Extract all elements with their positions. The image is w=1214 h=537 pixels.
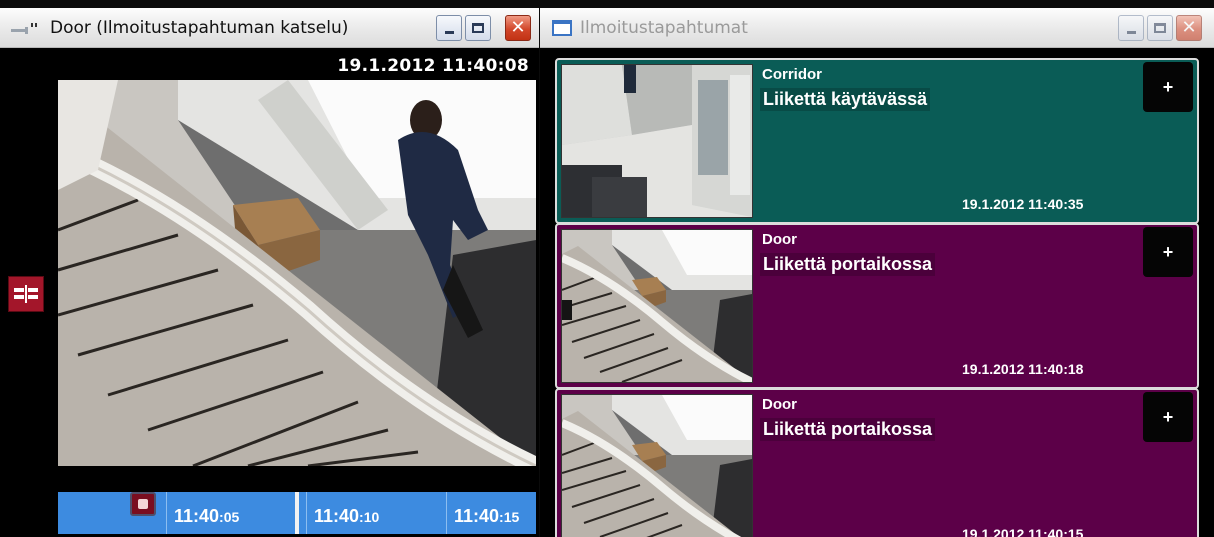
- timeline-tick: [166, 492, 167, 534]
- door-window-titlebar[interactable]: Door (Ilmoitustapahtuman katselu) ✕: [0, 8, 539, 48]
- event-camera-name: Door: [762, 231, 797, 248]
- event-thumbnail[interactable]: [561, 394, 753, 537]
- split-view-icon: [14, 285, 38, 303]
- window-icon: [552, 19, 572, 36]
- event-title: Liikettä portaikossa: [760, 253, 936, 276]
- video-timestamp: 19.1.2012 11:40:08: [337, 56, 529, 76]
- expand-event-button[interactable]: +: [1143, 62, 1193, 112]
- event-title: Liikettä portaikossa: [760, 418, 936, 441]
- maximize-icon: [472, 23, 484, 33]
- minimize-button[interactable]: [436, 15, 462, 41]
- events-window-title: Ilmoitustapahtumat: [580, 17, 748, 38]
- events-window-titlebar[interactable]: Ilmoitustapahtumat ✕: [540, 8, 1214, 48]
- camera-video-frame[interactable]: [58, 80, 536, 466]
- event-camera-name: Door: [762, 396, 797, 413]
- event-title: Liikettä käytävässä: [760, 88, 931, 111]
- close-button[interactable]: ✕: [505, 15, 531, 41]
- event-timestamp: 19.1.2012 11:40:18: [962, 361, 1084, 377]
- minimize-icon: [1126, 31, 1136, 34]
- event-thumbnail[interactable]: [561, 229, 753, 383]
- playhead-marker[interactable]: [295, 492, 299, 534]
- timeline-tick: [446, 492, 447, 534]
- timeline-label: 11:40:05: [174, 506, 240, 526]
- close-icon: ✕: [510, 17, 526, 38]
- event-camera-name: Corridor: [762, 66, 822, 83]
- timeline-label: 11:40:15: [454, 506, 520, 526]
- event-timestamp: 19.1.2012 11:40:15: [962, 526, 1084, 537]
- expand-event-button[interactable]: +: [1143, 227, 1193, 277]
- event-card[interactable]: Door Liikettä portaikossa 19.1.2012 11:4…: [555, 388, 1199, 537]
- playback-timeline[interactable]: 11:40:05 11:40:10 11:40:15: [58, 492, 536, 534]
- camera-icon: [10, 21, 44, 35]
- close-icon: ✕: [1181, 17, 1197, 38]
- stop-button[interactable]: [130, 492, 156, 516]
- stop-icon: [138, 499, 148, 509]
- minimize-button[interactable]: [1118, 15, 1144, 41]
- event-timestamp: 19.1.2012 11:40:35: [962, 196, 1084, 212]
- maximize-button[interactable]: [1147, 15, 1173, 41]
- close-button[interactable]: ✕: [1176, 15, 1202, 41]
- minimize-icon: [444, 31, 454, 34]
- maximize-button[interactable]: [465, 15, 491, 41]
- event-card[interactable]: Door Liikettä portaikossa 19.1.2012 11:4…: [555, 223, 1199, 389]
- video-viewer: 19.1.2012 11:40:08 11:40:05 11:40:10 11:…: [0, 48, 539, 537]
- event-list: Corridor Liikettä käytävässä 19.1.2012 1…: [540, 48, 1214, 537]
- door-window-title: Door (Ilmoitustapahtuman katselu): [50, 17, 349, 38]
- timeline-label: 11:40:10: [314, 506, 380, 526]
- maximize-icon: [1154, 23, 1166, 33]
- timeline-tick: [306, 492, 307, 534]
- event-thumbnail[interactable]: [561, 64, 753, 218]
- event-card[interactable]: Corridor Liikettä käytävässä 19.1.2012 1…: [555, 58, 1199, 224]
- expand-event-button[interactable]: +: [1143, 392, 1193, 442]
- split-view-button[interactable]: [8, 276, 44, 312]
